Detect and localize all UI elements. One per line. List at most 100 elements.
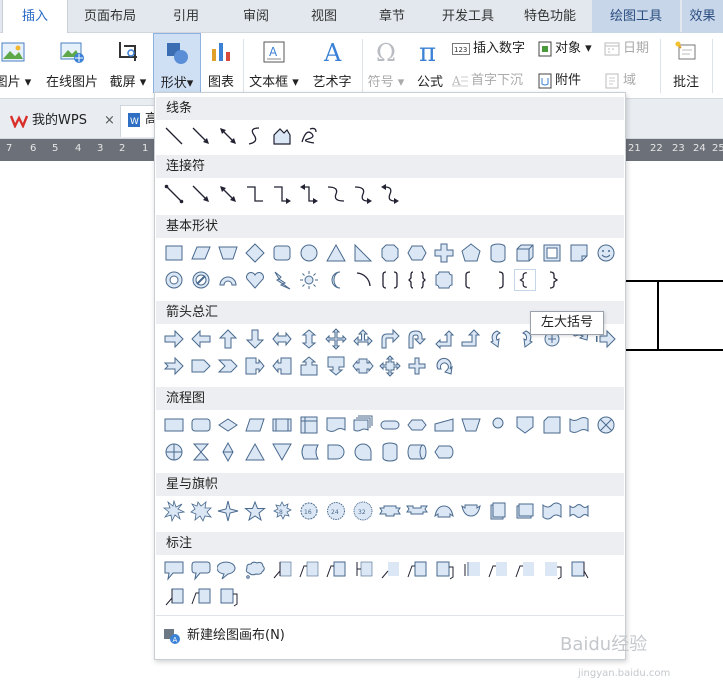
chevron-icon[interactable] bbox=[217, 355, 239, 377]
plus-arrow-icon[interactable] bbox=[406, 355, 428, 377]
scribble-icon[interactable] bbox=[298, 125, 320, 147]
donut-icon[interactable] bbox=[163, 269, 185, 291]
tab-references[interactable]: 引用 bbox=[158, 0, 214, 33]
off-page-connector-icon[interactable] bbox=[514, 414, 536, 436]
bracket-drawing[interactable] bbox=[624, 280, 723, 352]
elbow-connector-icon[interactable] bbox=[244, 183, 266, 205]
stored-data-icon[interactable] bbox=[298, 441, 320, 463]
merge-icon[interactable] bbox=[271, 441, 293, 463]
moon-icon[interactable] bbox=[325, 269, 347, 291]
down-ribbon-icon[interactable] bbox=[406, 500, 428, 522]
my-wps-tab[interactable]: 我的WPS bbox=[9, 107, 87, 135]
double-brace-icon[interactable] bbox=[406, 269, 428, 291]
16-point-star-icon[interactable]: 16 bbox=[298, 500, 320, 522]
down-arrow-callout-icon[interactable] bbox=[325, 355, 347, 377]
screenshot-button[interactable]: 截屏 ▾ bbox=[106, 33, 150, 97]
bent-up-arrow-icon[interactable] bbox=[460, 328, 482, 350]
quad-arrow-icon[interactable] bbox=[325, 328, 347, 350]
up-arrow-icon[interactable] bbox=[217, 328, 239, 350]
diamond-icon[interactable] bbox=[244, 242, 266, 264]
curved-arrow-connector-icon[interactable] bbox=[352, 183, 374, 205]
data-icon[interactable] bbox=[244, 414, 266, 436]
picture-button[interactable]: 图片 ▾ bbox=[0, 33, 36, 97]
chart-button[interactable]: 图表 bbox=[202, 33, 240, 97]
internal-storage-icon[interactable] bbox=[298, 414, 320, 436]
process-icon[interactable] bbox=[163, 414, 185, 436]
predefined-process-icon[interactable] bbox=[271, 414, 293, 436]
magnetic-disk-icon[interactable] bbox=[379, 441, 401, 463]
line-callout-3-icon[interactable] bbox=[325, 559, 347, 581]
plaque-icon[interactable] bbox=[433, 269, 455, 291]
connector-icon[interactable] bbox=[487, 414, 509, 436]
line-callout-no-border-icon[interactable] bbox=[379, 559, 401, 581]
tab-page-layout[interactable]: 页面布局 bbox=[72, 0, 148, 33]
u-turn-arrow-icon[interactable] bbox=[406, 328, 428, 350]
rectangle-icon[interactable] bbox=[163, 242, 185, 264]
octagon-icon[interactable] bbox=[379, 242, 401, 264]
manual-operation-icon[interactable] bbox=[460, 414, 482, 436]
curved-double-arrow-connector-icon[interactable] bbox=[379, 183, 401, 205]
left-right-arrow-icon[interactable] bbox=[271, 328, 293, 350]
sun-icon[interactable] bbox=[298, 269, 320, 291]
tab-insert[interactable]: 插入 bbox=[2, 0, 68, 34]
bent-arrow-icon[interactable] bbox=[379, 328, 401, 350]
arrow-line-icon[interactable] bbox=[190, 125, 212, 147]
vertical-scroll-icon[interactable] bbox=[487, 500, 509, 522]
trapezoid-icon[interactable] bbox=[217, 242, 239, 264]
arrow-connector-icon[interactable] bbox=[190, 183, 212, 205]
rounded-rectangle-icon[interactable] bbox=[271, 242, 293, 264]
5-point-star-icon[interactable] bbox=[244, 500, 266, 522]
drop-cap-button[interactable]: A 首字下沉 bbox=[452, 71, 523, 91]
double-wave-icon[interactable] bbox=[568, 500, 590, 522]
cube-icon[interactable] bbox=[514, 242, 536, 264]
shapes-button[interactable]: 形状▾ bbox=[153, 33, 201, 93]
left-bracket-icon[interactable] bbox=[460, 269, 482, 291]
date-button[interactable]: 日期 bbox=[604, 39, 649, 59]
line-callout-bent-icon[interactable] bbox=[433, 559, 455, 581]
folded-corner-icon[interactable] bbox=[568, 242, 590, 264]
pentagon-arrow-icon[interactable] bbox=[190, 355, 212, 377]
pentagon-icon[interactable] bbox=[460, 242, 482, 264]
tab-effects[interactable]: 效果 bbox=[682, 0, 723, 33]
wordart-button[interactable]: A 艺术字 bbox=[306, 33, 358, 97]
32-point-star-icon[interactable]: 32 bbox=[352, 500, 374, 522]
right-brace-icon[interactable] bbox=[541, 269, 563, 291]
line-callout-accent-icon[interactable] bbox=[406, 559, 428, 581]
tab-developer[interactable]: 开发工具 bbox=[432, 0, 504, 33]
sort-icon[interactable] bbox=[217, 441, 239, 463]
8-point-star-icon[interactable]: 8 bbox=[271, 500, 293, 522]
left-up-arrow-icon[interactable] bbox=[433, 328, 455, 350]
up-ribbon-icon[interactable] bbox=[379, 500, 401, 522]
lightning-bolt-icon[interactable] bbox=[271, 269, 293, 291]
right-arrow-icon[interactable] bbox=[163, 328, 185, 350]
oval-callout-icon[interactable] bbox=[217, 559, 239, 581]
can-icon[interactable] bbox=[487, 242, 509, 264]
accent-callout-3-icon[interactable] bbox=[514, 559, 536, 581]
border-callout-2-icon[interactable] bbox=[163, 586, 185, 608]
right-bracket-icon[interactable] bbox=[487, 269, 509, 291]
right-triangle-icon[interactable] bbox=[352, 242, 374, 264]
border-callout-1-icon[interactable] bbox=[568, 559, 590, 581]
terminator-icon[interactable] bbox=[379, 414, 401, 436]
curved-up-ribbon-icon[interactable] bbox=[433, 500, 455, 522]
textbox-button[interactable]: A 文本框 ▾ bbox=[246, 33, 302, 97]
straight-connector-icon[interactable] bbox=[163, 183, 185, 205]
manual-input-icon[interactable] bbox=[433, 414, 455, 436]
down-arrow-icon[interactable] bbox=[244, 328, 266, 350]
notched-right-arrow-icon[interactable] bbox=[163, 355, 185, 377]
border-callout-4-icon[interactable] bbox=[217, 586, 239, 608]
bevel-icon[interactable] bbox=[541, 242, 563, 264]
line-callout-1-icon[interactable] bbox=[271, 559, 293, 581]
elbow-arrow-connector-icon[interactable] bbox=[271, 183, 293, 205]
explosion-2-icon[interactable] bbox=[190, 500, 212, 522]
extract-icon[interactable] bbox=[244, 441, 266, 463]
line-callout-2-icon[interactable] bbox=[298, 559, 320, 581]
horizontal-scroll-icon[interactable] bbox=[514, 500, 536, 522]
rectangular-callout-icon[interactable] bbox=[163, 559, 185, 581]
curved-right-arrow-icon[interactable] bbox=[487, 328, 509, 350]
attachment-button[interactable]: 附件 bbox=[538, 71, 581, 91]
triangle-icon[interactable] bbox=[325, 242, 347, 264]
tab-chapter[interactable]: 章节 bbox=[364, 0, 420, 33]
hexagon-icon[interactable] bbox=[406, 242, 428, 264]
line-callout-4-icon[interactable] bbox=[352, 559, 374, 581]
